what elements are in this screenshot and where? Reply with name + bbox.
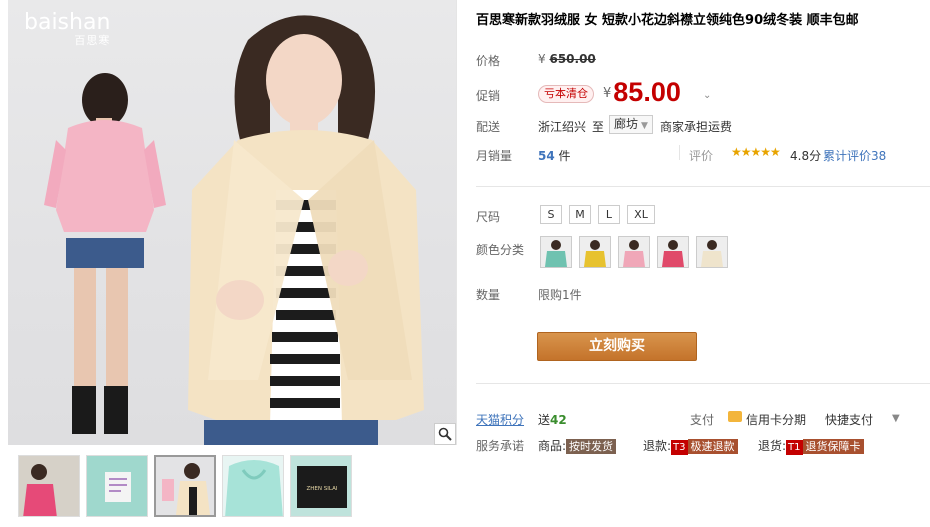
color-option-pink[interactable]	[618, 236, 650, 268]
service-refund-prefix: 退款:	[643, 439, 672, 453]
back-view-model	[44, 73, 166, 434]
dropdown-arrow-icon: ▼	[641, 121, 648, 131]
rating-score: 4.8分	[790, 149, 822, 163]
size-label: 尺码	[476, 210, 501, 224]
divider	[476, 383, 930, 384]
rating-stars-icon: ★★★★★	[731, 145, 781, 159]
color-option-cream[interactable]	[696, 236, 728, 268]
thumb-cream-jacket-icon	[156, 457, 214, 515]
separator	[679, 145, 680, 160]
front-view-model	[188, 15, 424, 445]
thumb-brand-tag-icon: ZHEN SILAI	[291, 456, 351, 516]
thumb-mint-collar-icon	[223, 456, 283, 516]
service-goods-prefix: 商品:	[538, 439, 567, 453]
reviews-link[interactable]: 累计评价38	[823, 147, 886, 164]
color-option-yellow[interactable]	[579, 236, 611, 268]
service-refund: 退款: T3 极速退款	[643, 437, 738, 455]
quick-pay[interactable]: 快捷支付	[825, 411, 873, 428]
price-label: 价格	[476, 54, 501, 68]
points-prefix: 送	[538, 413, 551, 427]
purchase-limit: 限购1件	[538, 288, 582, 302]
clearance-badge: 亏本清仓	[538, 85, 594, 103]
service-refund-tag[interactable]: 极速退款	[687, 439, 738, 454]
monthly-sales-unit: 件	[558, 149, 571, 163]
thumbnail-5[interactable]: ZHEN SILAI	[290, 455, 352, 517]
points-number: 42	[550, 413, 567, 427]
thumbnail-2[interactable]	[86, 455, 148, 517]
thumb-pink-jacket-icon	[19, 456, 79, 516]
thumbnail-strip: ZHEN SILAI	[8, 445, 457, 527]
promo-currency: ¥	[603, 86, 612, 101]
payment-label: 支付	[690, 413, 715, 427]
promo-price: ¥85.00	[603, 77, 681, 108]
divider	[476, 186, 930, 187]
size-option-xl[interactable]: XL	[627, 205, 655, 224]
color-label: 颜色分类	[476, 243, 525, 257]
price-currency: ¥	[538, 52, 546, 66]
dropdown-arrow-icon[interactable]: ▼	[892, 413, 900, 424]
tmall-points-link[interactable]: 天猫积分	[476, 411, 524, 428]
shipping-label: 配送	[476, 120, 501, 134]
shipping-fee-note: 商家承担运费	[660, 120, 733, 134]
service-return-prefix: 退货:	[758, 439, 787, 453]
main-product-photo[interactable]: baishan 百思寒	[8, 0, 457, 445]
service-goods: 商品: 按时发货	[538, 437, 617, 454]
rating-label: 评价	[689, 149, 714, 163]
destination-value: 廊坊	[614, 117, 639, 131]
buy-now-button[interactable]: 立刻购买	[537, 332, 697, 361]
product-model-illustration	[44, 15, 424, 445]
thumbnail-4[interactable]	[222, 455, 284, 517]
original-price-value: 650.00	[549, 52, 596, 66]
promo-price-value: 85.00	[613, 77, 681, 107]
thumbnail-1[interactable]	[18, 455, 80, 517]
size-option-l[interactable]: L	[598, 205, 620, 224]
thumbnail-3-selected[interactable]	[154, 455, 216, 517]
thumb-label-closeup-icon	[87, 456, 147, 516]
size-option-s[interactable]: S	[540, 205, 562, 224]
ship-to-word: 至	[592, 120, 605, 134]
product-title: 百思寒新款羽绒服 女 短款小花边斜襟立领纯色90绒冬装 顺丰包邮	[476, 13, 859, 28]
credit-card-icon	[728, 411, 742, 422]
service-return-code: T1	[786, 440, 803, 455]
service-return-tag[interactable]: 退货保障卡	[802, 439, 864, 454]
quantity-label: 数量	[476, 288, 501, 302]
original-price: ¥ 650.00	[538, 52, 596, 66]
destination-select[interactable]: 廊坊 ▼	[609, 115, 653, 134]
service-goods-tag[interactable]: 按时发货	[566, 439, 617, 454]
size-option-m[interactable]: M	[569, 205, 591, 224]
color-option-rose[interactable]	[657, 236, 689, 268]
monthly-sales-count: 54	[538, 149, 555, 163]
service-return: 退货: T1 退货保障卡	[758, 437, 864, 455]
zoom-magnifier-icon[interactable]	[434, 423, 456, 445]
service-label: 服务承诺	[476, 439, 525, 453]
monthly-sales-label: 月销量	[476, 149, 513, 163]
promo-label: 促销	[476, 89, 501, 103]
color-option-mint[interactable]	[540, 236, 572, 268]
brand-tag-text: ZHEN SILAI	[307, 486, 338, 492]
monthly-sales: 54 件	[538, 147, 571, 164]
ship-from: 浙江绍兴	[538, 120, 587, 134]
chevron-down-icon[interactable]: ⌄	[703, 90, 711, 101]
credit-card-installment[interactable]: 信用卡分期	[746, 411, 806, 428]
points-value: 送42	[538, 411, 567, 428]
service-refund-code: T3	[671, 440, 688, 455]
